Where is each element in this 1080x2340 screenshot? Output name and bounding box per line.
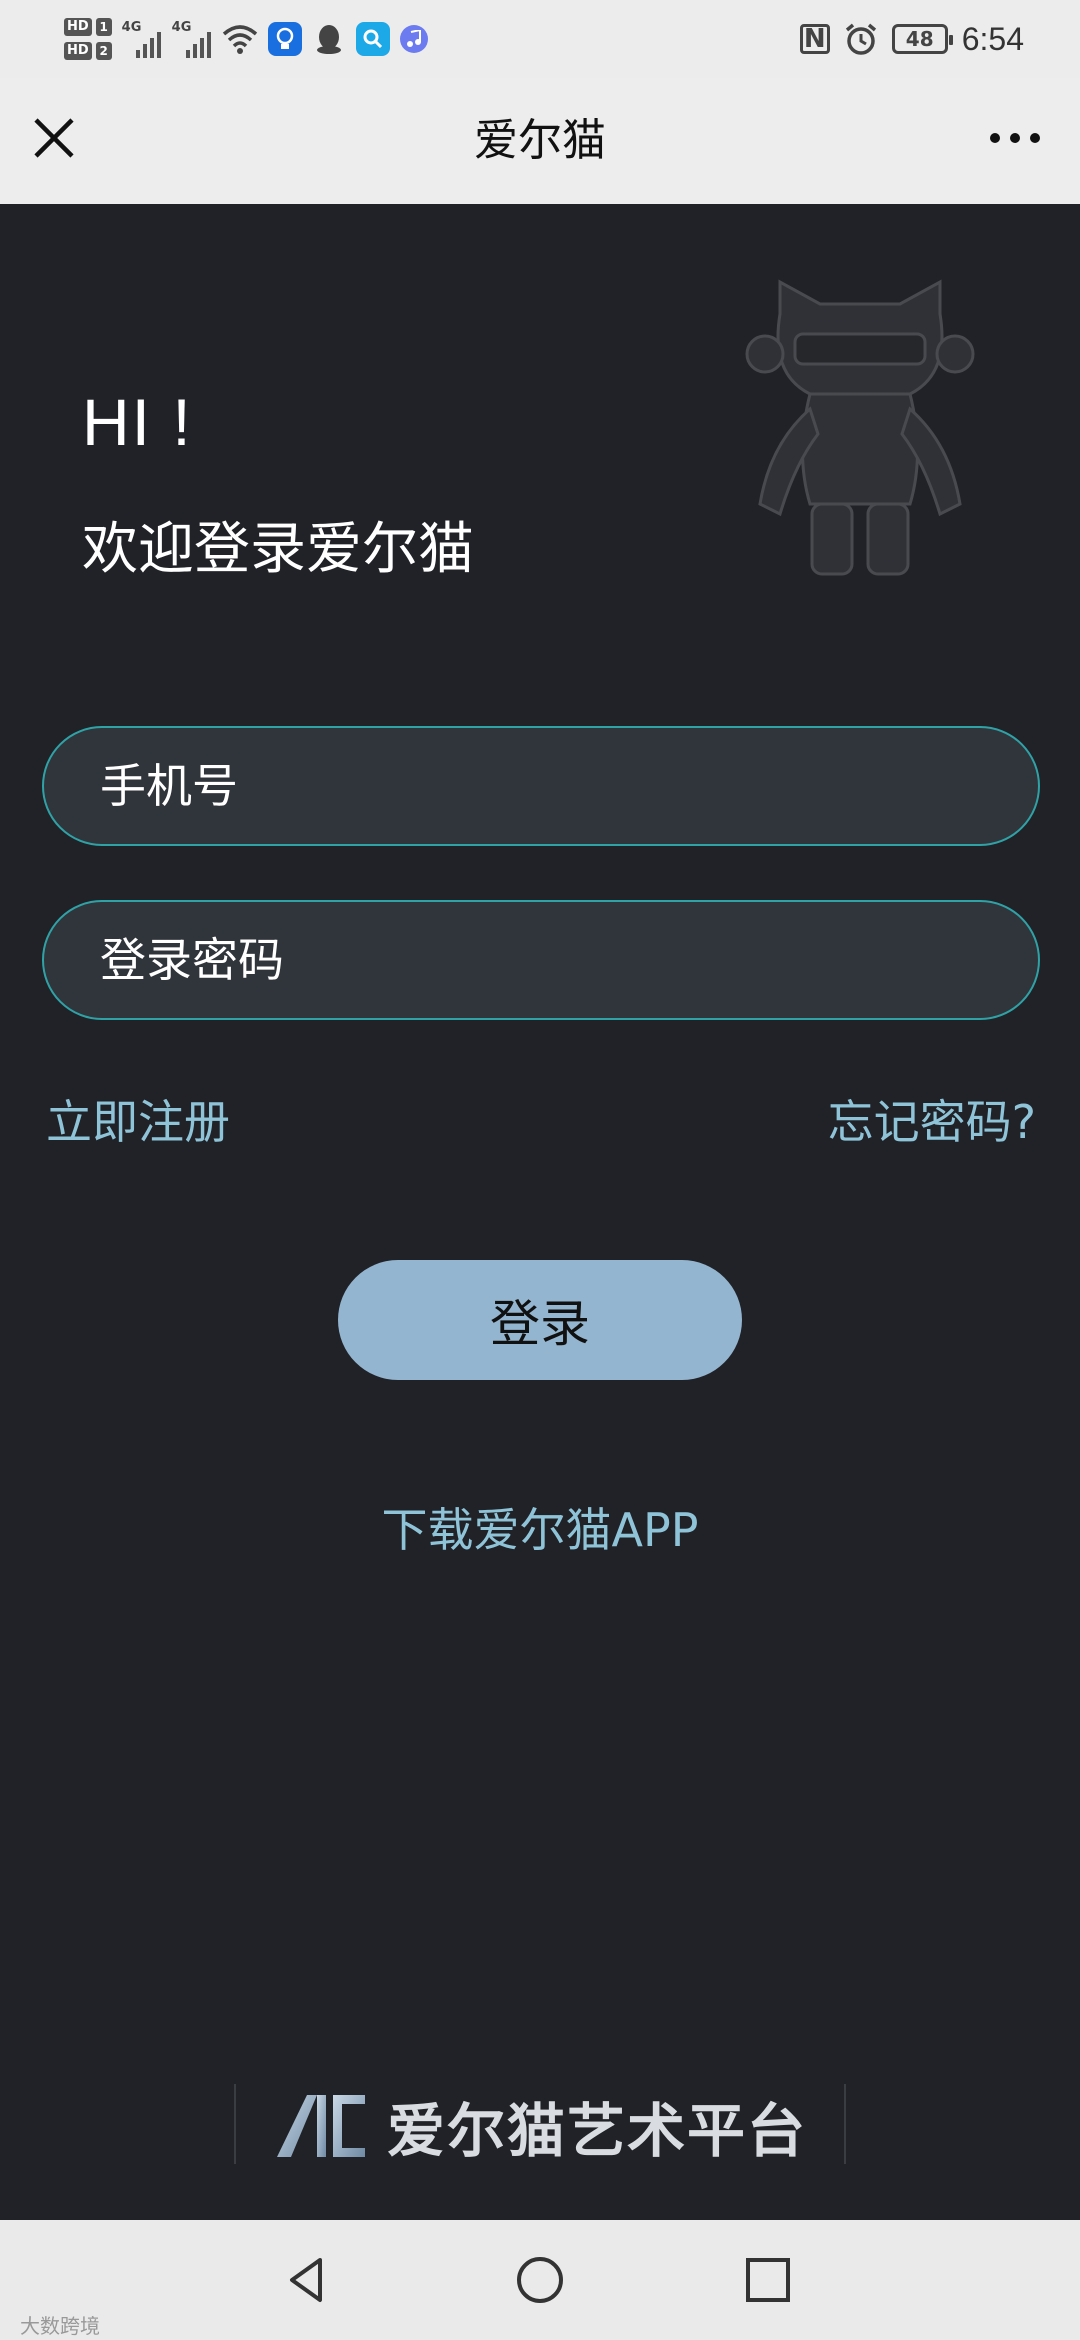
- hd1-label: HD: [64, 18, 92, 36]
- recent-apps-icon[interactable]: [738, 2250, 798, 2310]
- password-input[interactable]: [100, 933, 1038, 987]
- nfc-icon: N: [799, 24, 830, 54]
- phone-field-container: [42, 726, 1040, 846]
- brand-footer: 爱尔猫艺术平台: [234, 2084, 846, 2168]
- brand-logo-icon: [276, 2095, 365, 2157]
- login-button[interactable]: 登录: [338, 1260, 742, 1380]
- battery-indicator: 48: [891, 24, 953, 54]
- status-bar: HD 1 HD 2 4G 4G N 48 6:54: [0, 0, 1080, 78]
- status-left: HD 1 HD 2 4G 4G: [64, 8, 428, 70]
- sim-indicators: HD 1 HD 2: [64, 18, 112, 60]
- password-field-container: [42, 900, 1040, 1020]
- download-app-link[interactable]: 下载爱尔猫APP: [0, 1494, 1080, 1560]
- sim1-indicator: HD 1: [64, 18, 112, 36]
- welcome-text: 欢迎登录爱尔猫: [82, 517, 474, 582]
- more-icon[interactable]: [980, 118, 1050, 158]
- signal-1-icon: 4G: [122, 20, 162, 58]
- brand-divider-right: [844, 2084, 846, 2164]
- back-icon[interactable]: [278, 2250, 338, 2310]
- hd2-label: HD: [64, 42, 92, 60]
- status-right: N 48 6:54: [799, 0, 1024, 78]
- search-app-icon: [355, 22, 390, 56]
- sim2-indicator: HD 2: [64, 42, 112, 60]
- status-time: 6:54: [961, 20, 1024, 57]
- home-icon[interactable]: [510, 2250, 570, 2310]
- greeting-heading: HI !: [82, 385, 193, 459]
- mascot-image: [745, 279, 975, 576]
- system-nav-bar: 大数跨境: [0, 2220, 1080, 2340]
- lightbulb-app-icon: [267, 22, 302, 56]
- hd2-num: 2: [95, 42, 112, 60]
- hd1-num: 1: [95, 18, 112, 36]
- forgot-password-link[interactable]: 忘记密码?: [828, 1086, 1036, 1152]
- music-icon: [399, 25, 428, 53]
- watermark-text: 大数跨境: [20, 2314, 100, 2338]
- register-link[interactable]: 立即注册: [46, 1086, 230, 1152]
- wifi-icon: [222, 25, 257, 54]
- brand-divider-left: [234, 2084, 236, 2164]
- phone-input[interactable]: [100, 759, 1038, 813]
- login-page: HI ! 欢迎登录爱尔猫 立即注册 忘记密码? 登录 下载爱尔猫APP 爱尔猫艺…: [0, 204, 1080, 2220]
- page-title: 爱尔猫: [474, 116, 606, 165]
- alarm-icon: [845, 23, 876, 55]
- signal-2-icon: 4G: [172, 20, 212, 58]
- top-nav-bar: 爱尔猫: [0, 78, 1080, 204]
- qq-icon: [312, 22, 346, 56]
- brand-name: 爱尔猫艺术平台: [386, 2097, 807, 2165]
